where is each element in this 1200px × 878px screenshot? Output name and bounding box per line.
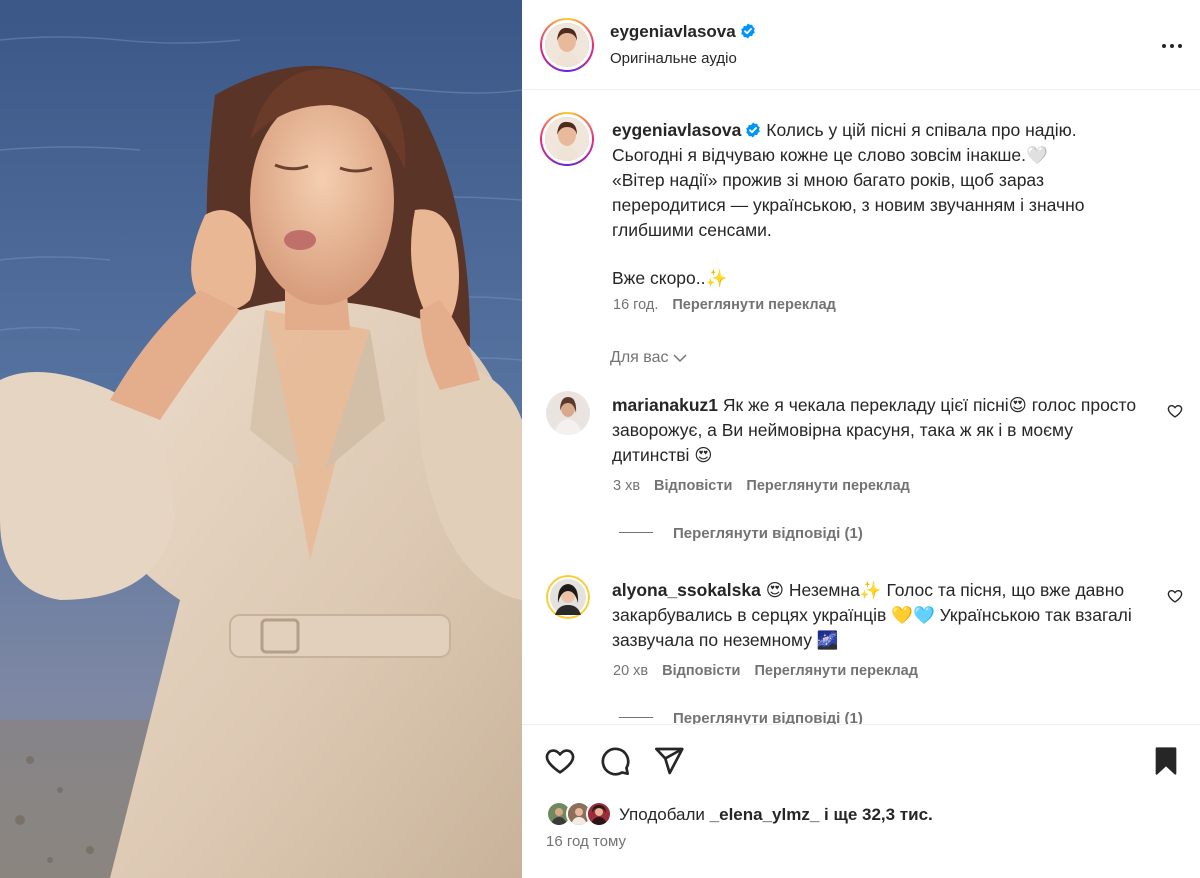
replies-divider-line [619, 717, 653, 718]
comment-filter-dropdown[interactable]: Для вас [610, 349, 687, 367]
heart-icon[interactable] [544, 745, 576, 777]
comments-list[interactable]: eygeniavlasova Колись у цій пісні я спів… [522, 91, 1200, 724]
audio-label[interactable]: Оригінальне аудіо [610, 50, 737, 67]
comment-icon[interactable] [599, 745, 631, 777]
comment-username[interactable]: marianakuz1 [612, 395, 718, 415]
verified-icon [740, 23, 755, 39]
comment-translate-button[interactable]: Переглянути переклад [746, 478, 909, 494]
replies-divider-line [619, 532, 653, 533]
comment-2-meta: 20 хв Відповісти Переглянути переклад [613, 663, 918, 679]
comment-avatar[interactable] [546, 391, 590, 435]
post-side-panel: eygeniavlasova Оригінальне аудіо eygenia… [522, 0, 1200, 878]
view-replies-button[interactable]: Переглянути відповіді (1) [619, 525, 863, 542]
video-frame-image [0, 0, 522, 878]
comment-avatar[interactable] [546, 575, 590, 619]
likes-count[interactable]: Уподобали _elena_ylmz_ і ще 32,3 тис. [619, 805, 933, 825]
verified-icon [746, 122, 761, 138]
comment-username[interactable]: alyona_ssokalska [612, 580, 761, 600]
post-timestamp[interactable]: 16 год тому [546, 833, 626, 850]
reply-button[interactable]: Відповісти [662, 663, 740, 679]
post-video[interactable] [0, 0, 522, 878]
comment-1-meta: 3 хв Відповісти Переглянути переклад [613, 478, 910, 494]
caption-avatar[interactable] [540, 112, 594, 166]
author-username[interactable]: eygeniavlasova [610, 22, 756, 42]
caption-time[interactable]: 16 год. [613, 297, 658, 313]
share-icon[interactable] [653, 745, 685, 777]
caption-text: eygeniavlasova Колись у цій пісні я спів… [612, 120, 1085, 288]
comment-like-heart-icon[interactable] [1167, 588, 1183, 604]
caption-username[interactable]: eygeniavlasova [612, 120, 741, 140]
comment-translate-button[interactable]: Переглянути переклад [754, 663, 917, 679]
comment-1: marianakuz1 Як же я чекала перекладу ціє… [612, 395, 1137, 465]
post-header: eygeniavlasova Оригінальне аудіо [522, 0, 1200, 90]
reply-button[interactable]: Відповісти [654, 478, 732, 494]
liker-username[interactable]: _elena_ylmz_ [710, 805, 820, 824]
post-actions: Уподобали _elena_ylmz_ і ще 32,3 тис. 16… [522, 724, 1200, 878]
liker-avatar [586, 801, 612, 827]
chevron-down-icon [672, 354, 687, 363]
caption-translate-button[interactable]: Переглянути переклад [672, 297, 835, 313]
comment-2: alyona_ssokalska 😍 Неземна✨ Голос та піс… [612, 580, 1132, 650]
bookmark-icon[interactable] [1150, 745, 1182, 777]
comment-like-heart-icon[interactable] [1167, 403, 1183, 419]
caption-meta: 16 год. Переглянути переклад [613, 297, 836, 313]
view-replies-button[interactable]: Переглянути відповіді (1) [619, 710, 863, 724]
more-icon[interactable] [1162, 36, 1188, 56]
author-avatar[interactable] [540, 18, 594, 72]
